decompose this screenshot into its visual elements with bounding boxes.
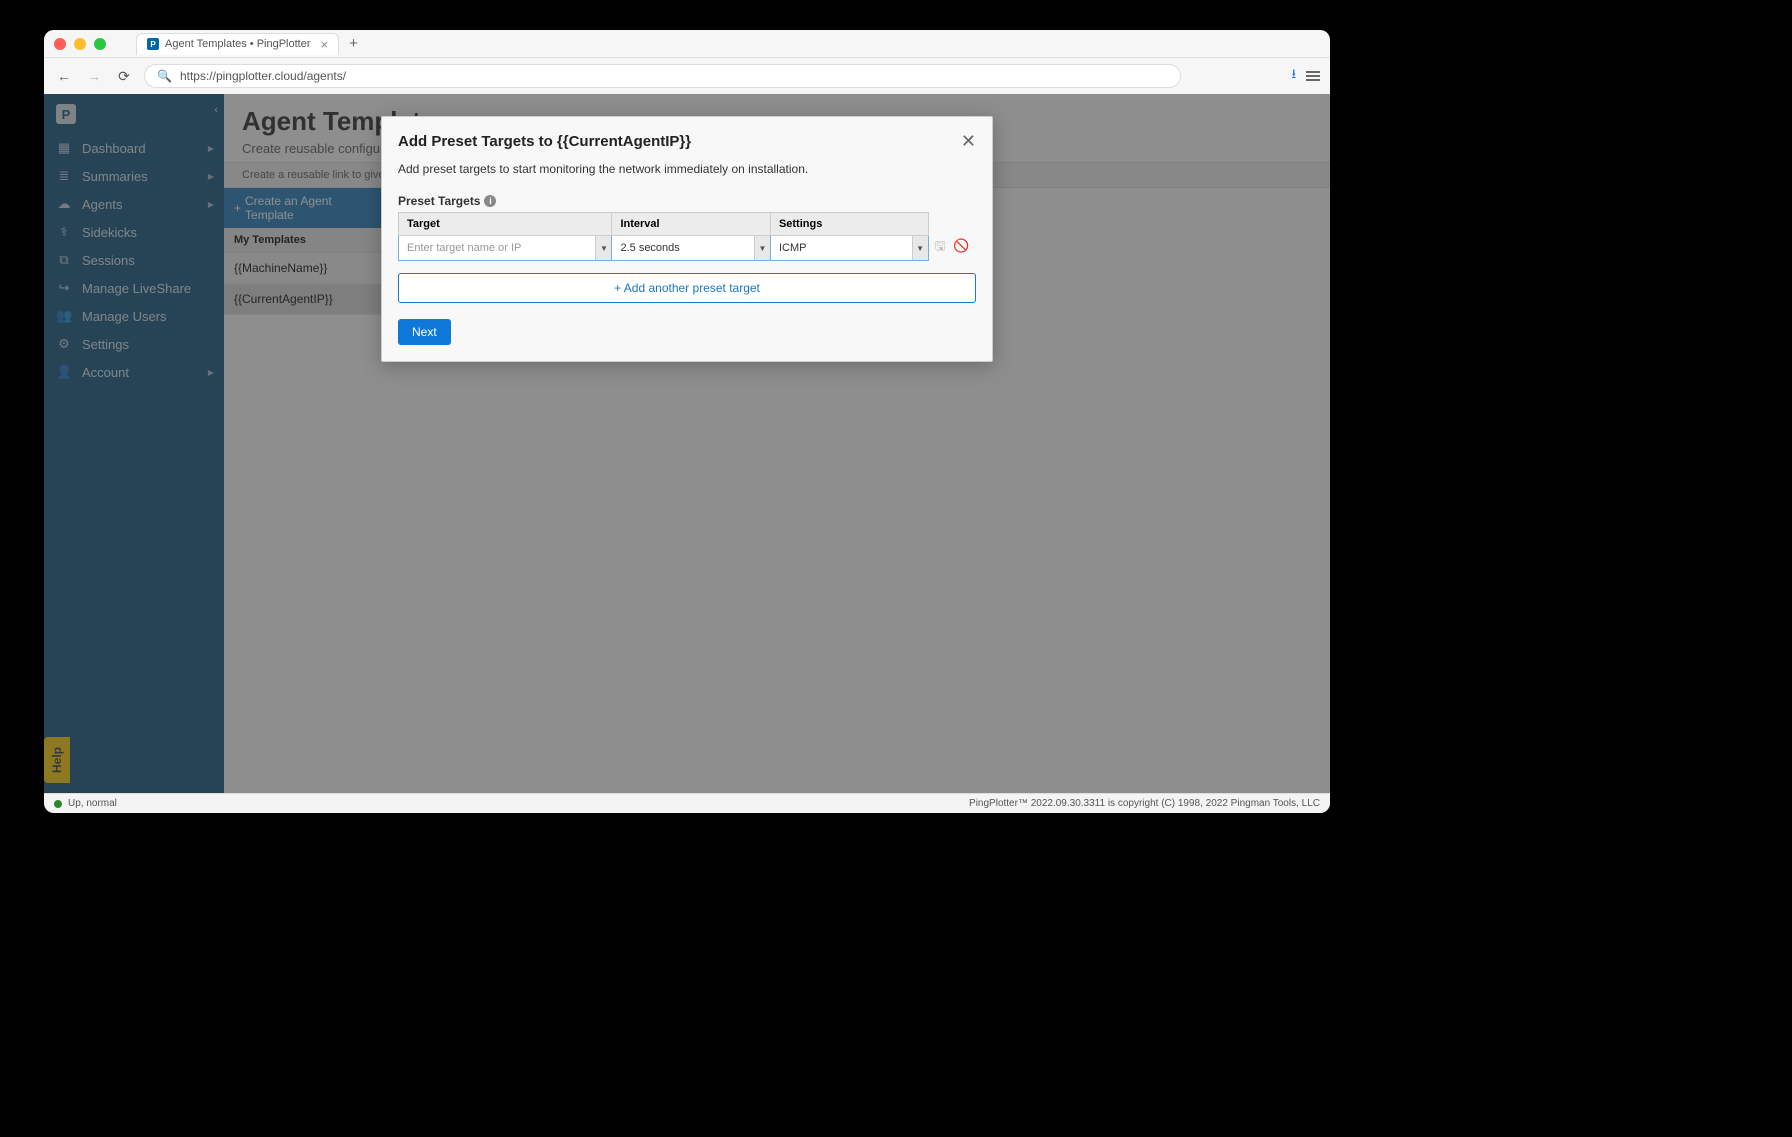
app-root: P ‹ ▦Dashboard▶≣Summaries▶☁Agents▶⚕Sidek… [44, 94, 1330, 813]
browser-tab[interactable]: P Agent Templates • PingPlotter × [136, 33, 339, 55]
settings-combobox[interactable]: ICMP ▼ [771, 236, 928, 260]
hamburger-menu-icon[interactable] [1306, 71, 1320, 81]
window-zoom-button[interactable] [94, 38, 106, 50]
preset-targets-table: Target Interval Settings [398, 212, 976, 261]
preset-targets-modal: Add Preset Targets to {{CurrentAgentIP}}… [381, 116, 993, 362]
interval-value: 2.5 seconds [612, 236, 753, 260]
footer-copyright: PingPlotter™ 2022.09.30.3311 is copyrigh… [969, 798, 1320, 809]
column-interval: Interval [612, 213, 770, 236]
add-button-label: Add another preset target [624, 281, 760, 295]
info-icon[interactable]: i [484, 195, 496, 207]
chevron-down-icon[interactable]: ▼ [754, 236, 770, 260]
window-minimize-button[interactable] [74, 38, 86, 50]
add-preset-target-button[interactable]: + Add another preset target [398, 273, 976, 303]
plus-icon: + [614, 281, 621, 295]
window-close-button[interactable] [54, 38, 66, 50]
modal-description: Add preset targets to start monitoring t… [398, 162, 976, 176]
target-input[interactable] [399, 236, 595, 260]
reload-button[interactable]: ⟳ [114, 68, 134, 85]
target-combobox[interactable]: ▼ [399, 236, 611, 260]
modal-close-button[interactable]: ✕ [961, 131, 976, 152]
tab-title: Agent Templates • PingPlotter [165, 38, 311, 50]
column-settings: Settings [770, 213, 928, 236]
chevron-down-icon[interactable]: ▼ [595, 236, 611, 260]
browser-window: P Agent Templates • PingPlotter × + ← → … [44, 30, 1330, 813]
toolbar-right: ⭳ [1291, 65, 1320, 87]
titlebar: P Agent Templates • PingPlotter × + [44, 30, 1330, 58]
preset-targets-label: Preset Targets i [398, 194, 976, 208]
status-text: Up, normal [68, 798, 117, 809]
modal-title: Add Preset Targets to {{CurrentAgentIP}} [398, 133, 691, 150]
search-icon: 🔍 [157, 69, 172, 83]
tabstrip: P Agent Templates • PingPlotter × + [136, 30, 358, 57]
status-dot-icon [54, 800, 62, 808]
save-row-icon[interactable]: 🖫 [935, 238, 946, 253]
delete-row-icon[interactable]: 🚫 [953, 238, 969, 253]
column-target: Target [399, 213, 612, 236]
new-tab-button[interactable]: + [349, 35, 358, 52]
browser-toolbar: ← → ⟳ 🔍 https://pingplotter.cloud/agents… [44, 58, 1330, 94]
modal-body: Add preset targets to start monitoring t… [382, 162, 992, 361]
preset-label-text: Preset Targets [398, 194, 480, 208]
next-button[interactable]: Next [398, 319, 451, 345]
url-text: https://pingplotter.cloud/agents/ [180, 69, 346, 83]
interval-combobox[interactable]: 2.5 seconds ▼ [612, 236, 769, 260]
forward-button[interactable]: → [84, 68, 104, 84]
back-button[interactable]: ← [54, 68, 74, 84]
chevron-down-icon[interactable]: ▼ [912, 236, 928, 260]
status-bar: Up, normal PingPlotter™ 2022.09.30.3311 … [44, 793, 1330, 813]
modal-overlay: Add Preset Targets to {{CurrentAgentIP}}… [44, 94, 1330, 813]
tab-favicon-icon: P [147, 38, 159, 50]
modal-header: Add Preset Targets to {{CurrentAgentIP}}… [382, 117, 992, 162]
preset-target-row: ▼ 2.5 seconds ▼ [399, 236, 976, 261]
traffic-lights [54, 38, 106, 50]
downloads-icon[interactable]: ⭳ [1291, 65, 1296, 87]
tab-close-icon[interactable]: × [321, 37, 329, 52]
settings-value: ICMP [771, 236, 912, 260]
address-bar[interactable]: 🔍 https://pingplotter.cloud/agents/ [144, 64, 1181, 88]
